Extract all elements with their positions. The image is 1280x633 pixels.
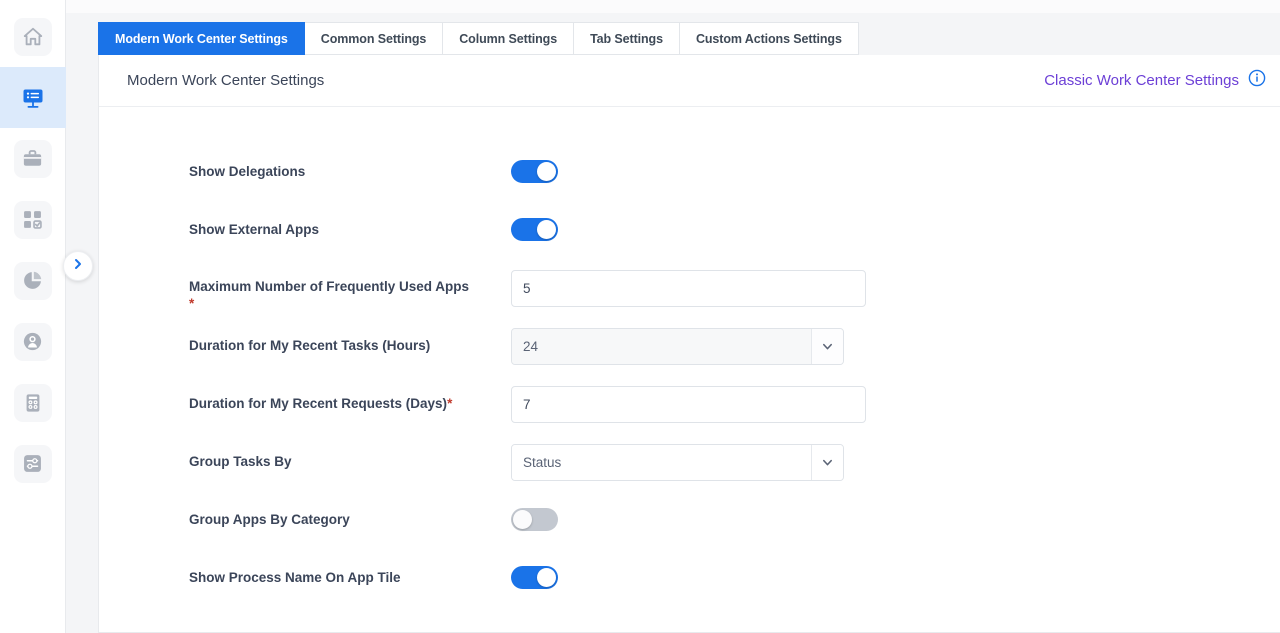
- toggle-group-apps-by-category[interactable]: [511, 508, 558, 531]
- toggle-knob: [537, 568, 556, 587]
- required-asterisk: *: [447, 395, 453, 411]
- form-row-group-apps-by-category: Group Apps By Category: [189, 501, 1280, 559]
- label-group-apps-by-category: Group Apps By Category: [189, 501, 511, 537]
- label-group-tasks-by: Group Tasks By: [189, 443, 511, 479]
- sliders-icon: [13, 444, 52, 483]
- info-circle-icon[interactable]: [1248, 69, 1266, 92]
- settings-card: Modern Work Center Settings Classic Work…: [98, 55, 1280, 633]
- label-max-frequently-used-apps: Maximum Number of Frequently Used Apps *: [189, 269, 511, 312]
- rail-item-reports[interactable]: [0, 250, 66, 311]
- settings-form: Show Delegations Show External Apps Maxi…: [99, 107, 1280, 632]
- control-group-apps-by-category: [511, 501, 558, 537]
- chevron-down-icon[interactable]: [811, 445, 843, 480]
- chevron-right-icon: [72, 257, 84, 275]
- control-duration-recent-tasks: 24: [511, 327, 844, 365]
- label-text: Maximum Number of Frequently Used Apps: [189, 279, 470, 294]
- label-text: Group Apps By Category: [189, 511, 350, 527]
- tab-common-settings[interactable]: Common Settings: [304, 22, 444, 55]
- rail-item-workcenter[interactable]: [0, 67, 66, 128]
- select-group-tasks-by[interactable]: Status: [511, 444, 844, 481]
- label-text: Group Tasks By: [189, 453, 292, 469]
- select-duration-recent-tasks[interactable]: 24: [511, 328, 844, 365]
- control-group-tasks-by: Status: [511, 443, 844, 481]
- user-circle-icon: [13, 322, 52, 361]
- monitor-list-icon: [14, 79, 52, 117]
- form-row-duration-recent-requests: Duration for My Recent Requests (Days) *: [189, 385, 1280, 443]
- briefcase-icon: [13, 139, 52, 178]
- input-max-frequently-used-apps[interactable]: [511, 270, 866, 307]
- rail-item-briefcase[interactable]: [0, 128, 66, 189]
- select-value: Status: [512, 445, 811, 480]
- label-show-delegations: Show Delegations: [189, 153, 511, 189]
- control-duration-recent-requests: [511, 385, 866, 423]
- main-area: Modern Work Center Settings Common Settin…: [66, 0, 1280, 633]
- pie-chart-icon: [13, 261, 52, 300]
- control-max-frequently-used-apps: [511, 269, 866, 307]
- tab-column-settings[interactable]: Column Settings: [443, 22, 575, 55]
- toggle-show-external-apps[interactable]: [511, 218, 558, 241]
- classic-work-center-settings-link[interactable]: Classic Work Center Settings: [1044, 72, 1239, 89]
- expand-sidebar-button[interactable]: [63, 251, 93, 281]
- chevron-down-icon[interactable]: [811, 329, 843, 364]
- card-header: Modern Work Center Settings Classic Work…: [99, 55, 1280, 107]
- control-show-external-apps: [511, 211, 558, 247]
- rail-item-settings[interactable]: [0, 433, 66, 494]
- settings-tab-bar: Modern Work Center Settings Common Settin…: [66, 22, 1280, 55]
- label-show-external-apps: Show External Apps: [189, 211, 511, 247]
- calculator-icon: [13, 383, 52, 422]
- input-duration-recent-requests[interactable]: [511, 386, 866, 423]
- tab-tab-settings[interactable]: Tab Settings: [574, 22, 680, 55]
- rail-item-home[interactable]: [0, 6, 66, 67]
- toggle-knob: [513, 510, 532, 529]
- select-value: 24: [512, 329, 811, 364]
- control-show-delegations: [511, 153, 558, 189]
- page-title: Modern Work Center Settings: [127, 72, 325, 89]
- form-row-max-frequently-used-apps: Maximum Number of Frequently Used Apps *: [189, 269, 1280, 327]
- form-row-group-tasks-by: Group Tasks By Status: [189, 443, 1280, 501]
- label-duration-recent-tasks: Duration for My Recent Tasks (Hours): [189, 327, 511, 363]
- form-row-duration-recent-tasks: Duration for My Recent Tasks (Hours) 24: [189, 327, 1280, 385]
- label-text: Duration for My Recent Tasks (Hours): [189, 337, 431, 353]
- label-duration-recent-requests: Duration for My Recent Requests (Days) *: [189, 385, 511, 421]
- toggle-show-delegations[interactable]: [511, 160, 558, 183]
- form-row-show-delegations: Show Delegations: [189, 153, 1280, 211]
- label-show-process-name-on-app-tile: Show Process Name On App Tile: [189, 559, 511, 595]
- toggle-show-process-name-on-app-tile[interactable]: [511, 566, 558, 589]
- rail-item-apps[interactable]: [0, 189, 66, 250]
- label-text: Duration for My Recent Requests (Days): [189, 395, 448, 411]
- toggle-knob: [537, 220, 556, 239]
- label-text: Show External Apps: [189, 221, 320, 237]
- home-icon: [13, 17, 52, 56]
- top-strip: [66, 0, 1280, 13]
- rail-item-users[interactable]: [0, 311, 66, 372]
- grid-check-icon: [13, 200, 52, 239]
- tab-modern-work-center-settings[interactable]: Modern Work Center Settings: [98, 22, 305, 55]
- label-text: Show Delegations: [189, 163, 306, 179]
- toggle-knob: [537, 162, 556, 181]
- control-show-process-name-on-app-tile: [511, 559, 558, 595]
- required-asterisk: *: [189, 296, 195, 311]
- app-window: Modern Work Center Settings Common Settin…: [0, 0, 1280, 633]
- form-row-show-external-apps: Show External Apps: [189, 211, 1280, 269]
- header-actions: Classic Work Center Settings: [1044, 69, 1266, 92]
- left-nav-rail: [0, 0, 66, 633]
- form-row-show-process-name-on-app-tile: Show Process Name On App Tile: [189, 559, 1280, 617]
- label-text: Show Process Name On App Tile: [189, 569, 401, 585]
- tab-custom-actions-settings[interactable]: Custom Actions Settings: [679, 22, 859, 55]
- rail-item-calculator[interactable]: [0, 372, 66, 433]
